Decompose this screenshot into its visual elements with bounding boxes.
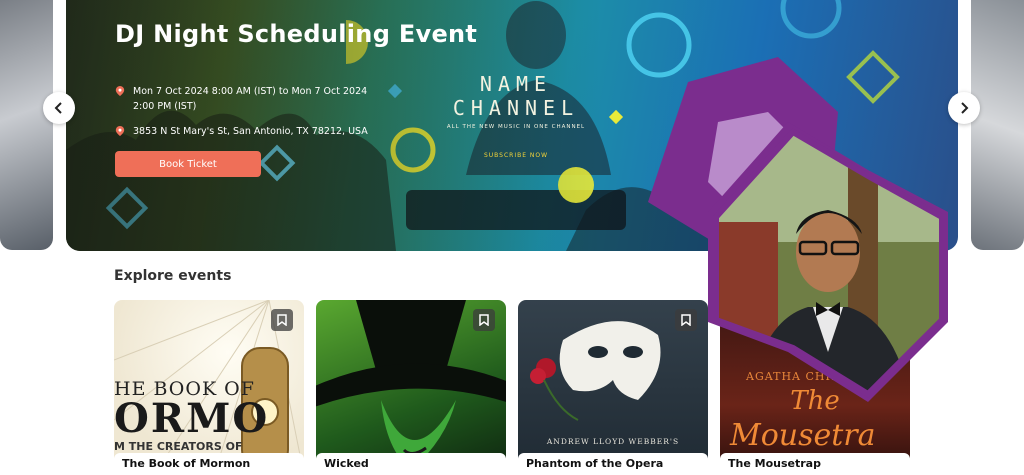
carousel-prev-button[interactable] — [43, 92, 75, 124]
event-card[interactable]: Wicked — [316, 300, 506, 475]
poster-subline: M THE CREATORS OF — [114, 440, 304, 453]
event-date-line-2: 2:00 PM (IST) — [133, 99, 367, 114]
bookmark-button[interactable] — [473, 309, 495, 331]
event-card-title: The Book of Mormon — [114, 453, 304, 475]
chevron-left-icon — [53, 102, 65, 114]
bookmark-icon — [479, 314, 489, 326]
event-date-line-1: Mon 7 Oct 2024 8:00 AM (IST) to Mon 7 Oc… — [133, 84, 367, 99]
poster-channel-tagline: ALL THE NEW MUSIC IN ONE CHANNEL — [416, 124, 616, 130]
event-title: DJ Night Scheduling Event — [115, 20, 477, 48]
event-card-title: The Mousetrap — [720, 453, 910, 475]
poster-channel-name: NAME CHANNEL — [416, 72, 616, 120]
poster-title: Mousetra — [730, 418, 910, 453]
presenter-overlay — [628, 52, 958, 412]
poster-channel-block: NAME CHANNEL ALL THE NEW MUSIC IN ONE CH… — [416, 72, 616, 159]
poster-channel-cta: SUBSCRIBE NOW — [416, 152, 616, 159]
book-ticket-button[interactable]: Book Ticket — [115, 151, 261, 177]
location-pin-icon — [115, 126, 125, 136]
chevron-right-icon — [958, 102, 970, 114]
location-pin-icon — [115, 86, 125, 96]
event-address: 3853 N St Mary's St, San Antonio, TX 782… — [133, 124, 368, 139]
bookmark-button[interactable] — [271, 309, 293, 331]
bookmark-icon — [277, 314, 287, 326]
previous-slide-preview — [0, 0, 53, 250]
event-card-title: Phantom of the Opera — [518, 453, 708, 475]
poster-headline-large: ORMO — [114, 395, 304, 442]
event-date: Mon 7 Oct 2024 8:00 AM (IST) to Mon 7 Oc… — [115, 84, 385, 114]
explore-events-heading: Explore events — [114, 268, 231, 284]
event-location: 3853 N St Mary's St, San Antonio, TX 782… — [115, 124, 415, 139]
event-card-title: Wicked — [316, 453, 506, 475]
event-card[interactable]: HE BOOK OF ORMO M THE CREATORS OF The Bo… — [114, 300, 304, 475]
next-slide-preview — [971, 0, 1024, 250]
poster-credit: ANDREW LLOYD WEBBER'S — [518, 437, 708, 446]
